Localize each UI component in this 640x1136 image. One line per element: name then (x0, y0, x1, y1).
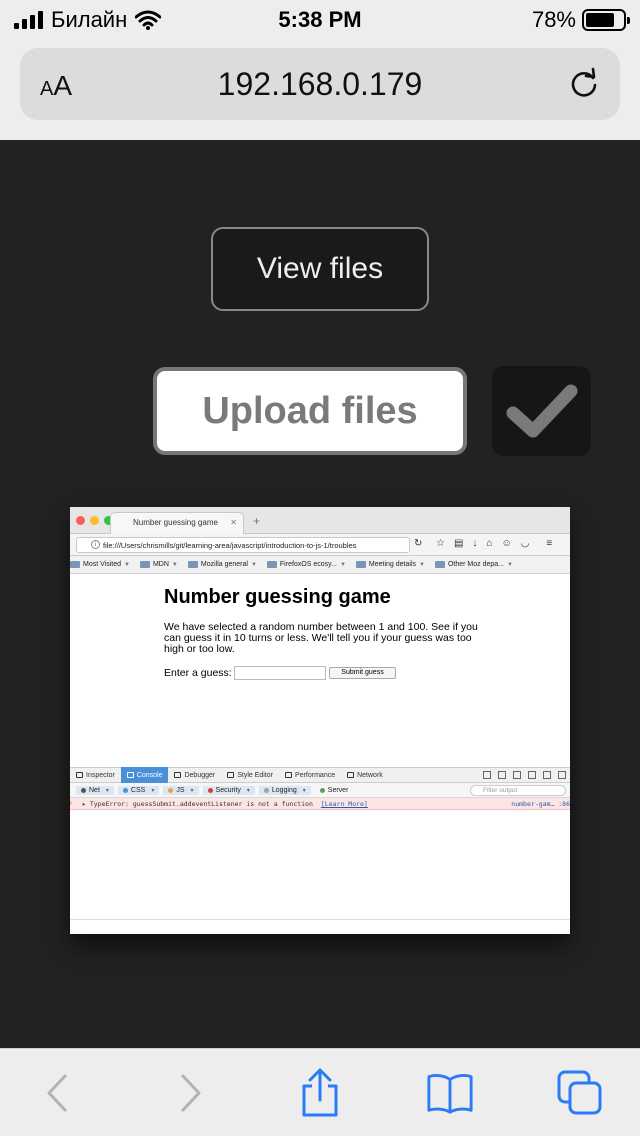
browser-bottom-bar (0, 1048, 640, 1136)
ff-nav-bar: i file:///Users/chrismills/git/learning-a… (70, 534, 570, 556)
folder-icon (266, 561, 277, 568)
url-text[interactable]: 192.168.0.179 (20, 66, 620, 103)
devtools-tab-icon (285, 772, 293, 778)
devtools-tabs: Inspector Console Debugger Style Editor Perf… (70, 767, 570, 783)
book-icon (427, 1074, 473, 1114)
console-filters: Net ▾ CSS ▾ JS ▾ Security ▾ Logging ▾ Server Filter… (70, 783, 570, 798)
home-icon: ⌂ (486, 538, 493, 549)
pocket-icon: ◡ (520, 538, 530, 549)
battery-percent: 78% (531, 7, 576, 32)
devtools-tab-icon (126, 772, 134, 778)
folder-icon (139, 561, 150, 568)
share-icon (302, 1068, 338, 1117)
smiley-icon: ☺ (501, 538, 512, 549)
filter-logging: Logging ▾ (258, 785, 311, 795)
caret-down-icon: ▼ (124, 561, 130, 568)
submit-guess-button: Submit guess (329, 667, 396, 679)
download-icon: ↓ (472, 538, 478, 549)
battery-group: 78% (531, 7, 630, 33)
learn-more-link: [Learn More] (320, 800, 368, 808)
battery-icon (582, 9, 630, 31)
folder-icon (187, 561, 198, 568)
devtools-tab-network: Network (341, 767, 389, 783)
window-controls (76, 516, 113, 525)
upload-status-checkbox[interactable] (492, 366, 591, 456)
guess-field (234, 666, 326, 680)
ff-page: Number guessing game We have selected a … (70, 574, 570, 767)
ff-toolbar-icons: ☆ ▤ ↓ ⌂ ☺ ◡ ≡ (436, 538, 552, 549)
tabs-button[interactable] (556, 1069, 604, 1117)
error-message: TypeError: guessSubmit.addeventListener … (89, 800, 313, 808)
caret-down-icon: ▼ (339, 561, 346, 568)
game-heading: Number guessing game (164, 586, 391, 608)
error-source: number-gam… :86 (511, 800, 570, 808)
page-content: View files Upload files Number guessing … (0, 140, 640, 1048)
clipboard-icon: ▤ (453, 538, 464, 549)
devtools-tab-inspector: Inspector (70, 767, 121, 783)
upload-files-button[interactable]: Upload files (153, 367, 467, 455)
folder-icon (434, 561, 445, 568)
filter-server: Server (315, 786, 354, 795)
caret-down-icon: ▼ (419, 561, 425, 568)
status-bar: Билайн 5:38 PM 78% (0, 0, 640, 40)
ff-bookmarks-bar: Most Visited ▼ MDN ▼ Mozilla general ▼ Firefox… (70, 556, 570, 574)
chevron-left-icon (47, 1074, 67, 1112)
game-intro: We have selected a random number between… (164, 621, 478, 655)
devtools-tab-console: Console (120, 767, 169, 783)
back-button[interactable] (34, 1069, 82, 1117)
bookmark-item: Mozilla general ▼ (187, 561, 257, 568)
filter-output-field: Filter output (470, 785, 566, 796)
devtools-tab-style-editor: Style Editor (221, 767, 279, 783)
uploaded-screenshot-preview: Number guessing game ✕ + i file:///Users/c… (70, 507, 570, 934)
bookmark-item: MDN ▼ (139, 561, 178, 568)
devtools-tab-icon (227, 772, 235, 778)
ff-reload-icon: ↻ (414, 538, 423, 549)
chevron-right-icon (181, 1074, 201, 1112)
filter-css: CSS ▾ (117, 785, 160, 795)
ff-tab: Number guessing game ✕ (110, 512, 244, 534)
bookmarks-button[interactable] (426, 1069, 474, 1117)
reload-icon[interactable] (566, 66, 602, 102)
ff-tab-strip: Number guessing game ✕ + (70, 507, 570, 534)
console-error-row: ✕ ▸ TypeError: guessSubmit.addeventListe… (70, 798, 570, 810)
error-icon: ✕ (70, 799, 72, 807)
forward-button[interactable] (166, 1069, 214, 1117)
devtools-tab-debugger: Debugger (168, 767, 221, 783)
bookmark-item: Most Visited ▼ (70, 561, 130, 568)
address-bar[interactable]: AA 192.168.0.179 (20, 48, 620, 120)
guess-label: Enter a guess: (164, 667, 232, 679)
tabs-icon (557, 1070, 602, 1115)
bookmark-item: Meeting details ▼ (355, 561, 425, 568)
filter-js: JS ▾ (163, 785, 199, 795)
star-icon: ☆ (436, 538, 445, 549)
view-files-button[interactable]: View files (211, 227, 429, 311)
devtools-tab-icon (76, 772, 83, 778)
caret-down-icon: ▼ (250, 561, 257, 568)
devtools-tab-icon (347, 772, 355, 778)
ff-url-bar: i file:///Users/chrismills/git/learning-a… (76, 537, 410, 553)
share-button[interactable] (296, 1068, 344, 1117)
new-tab-icon: + (253, 514, 261, 528)
devtools-right-icons (483, 771, 566, 779)
devtools-tab-icon (174, 772, 182, 778)
filter-net: Net ▾ (76, 785, 114, 795)
menu-icon: ≡ (546, 538, 553, 549)
caret-down-icon: ▼ (171, 561, 178, 568)
devtools-tab-performance: Performance (279, 767, 341, 783)
browser-top-bar: AA 192.168.0.179 (0, 40, 640, 140)
filter-security: Security ▾ (202, 785, 255, 795)
checkmark-icon (506, 384, 577, 438)
folder-icon (355, 561, 366, 568)
bookmark-item: FirefoxOS ecosy... ▼ (266, 561, 346, 568)
console-body (70, 810, 570, 920)
caret-down-icon: ▼ (507, 561, 513, 568)
bookmark-item: Other Moz depa... ▼ (434, 561, 513, 568)
folder-icon (70, 561, 80, 568)
